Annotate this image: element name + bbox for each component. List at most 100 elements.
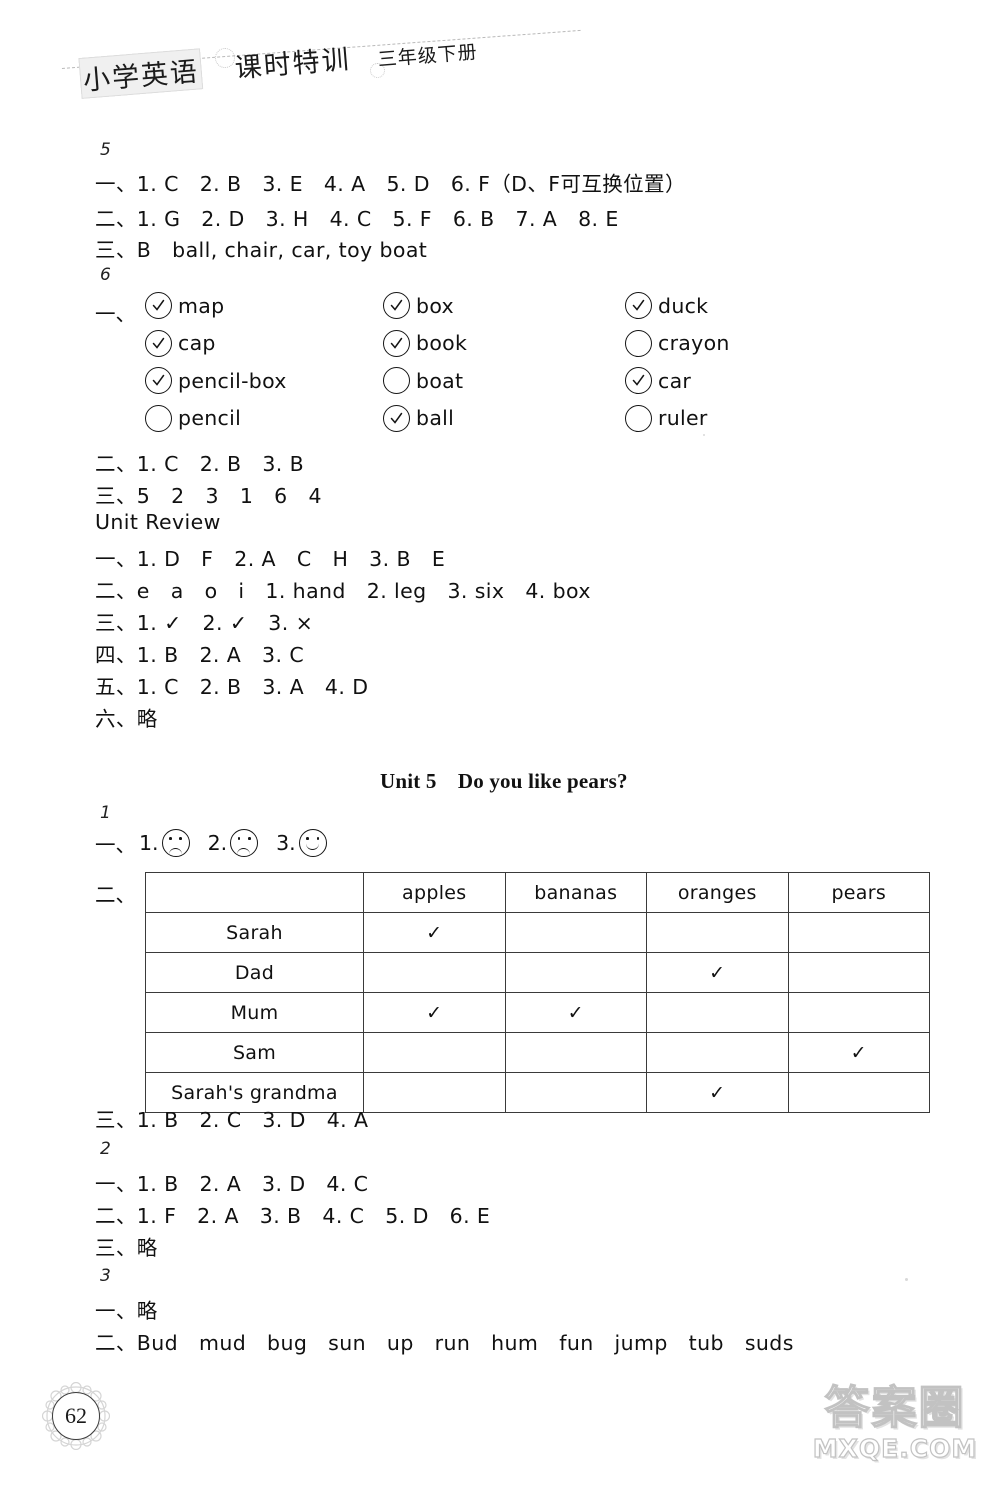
empty-cell — [646, 912, 789, 953]
row-name-mum: Mum — [145, 992, 364, 1033]
empty-circle-icon[interactable] — [383, 367, 410, 394]
smiley-answer-row: 一、 1. 2. 3. — [95, 828, 345, 858]
check-circle-icon[interactable] — [625, 367, 652, 394]
empty-cell — [787, 952, 930, 993]
checkbox-item-boat[interactable]: boat — [383, 367, 463, 394]
lesson6-line-3: 三、5 2 3 1 6 4 — [95, 484, 322, 508]
check-circle-icon[interactable] — [383, 292, 410, 319]
lesson5-line-3: 三、B ball, chair, car, toy boat — [95, 238, 428, 262]
table-header-bananas: bananas — [504, 872, 647, 913]
table-header-oranges: oranges — [646, 872, 789, 913]
tick-cell: ✓ — [646, 952, 789, 993]
likes-table-wrapper: 二、 apples bananas oranges pears Sarah ✓ — [95, 872, 930, 1113]
table-header-blank — [145, 872, 364, 913]
table-header-row: apples bananas oranges pears — [145, 872, 930, 913]
empty-cell — [646, 1032, 789, 1073]
face-number-1: 1. — [139, 831, 159, 855]
watermark-chinese-text: 答案圈 — [824, 1381, 966, 1434]
u5-lesson3-line-1: 一、略 — [95, 1299, 158, 1323]
checkbox-label: pencil-box — [178, 368, 287, 393]
unit-review-line-3: 三、1. ✓ 2. ✓ 3. × — [95, 611, 314, 635]
checkbox-label: ruler — [658, 406, 708, 430]
checklist-row: map box duck — [95, 292, 915, 330]
checkbox-item-cap[interactable]: cap — [145, 329, 216, 357]
empty-cell — [504, 1032, 647, 1073]
lesson-marker-5: 5 — [100, 140, 111, 160]
tick-cell: ✓ — [363, 912, 506, 953]
empty-cell — [787, 992, 930, 1033]
table-row: Dad ✓ — [145, 952, 930, 993]
lesson-marker-u5-2: 2 — [100, 1139, 111, 1159]
table-header-apples: apples — [363, 872, 506, 913]
workbook-answer-page: 小学英语 课时特训 三年级下册 5 一、1. C 2. B 3. E 4. A … — [0, 0, 1000, 1489]
watermark-logo: 答案圈 MXQE.COM — [800, 1381, 990, 1485]
scan-speck — [905, 1278, 908, 1281]
header-title: 小学英语 课时特训 三年级下册 — [78, 26, 478, 99]
lesson6-checklist: 一、 map box duck cap book crayon pencil-b… — [95, 292, 915, 442]
check-circle-icon[interactable] — [145, 292, 172, 319]
check-circle-icon[interactable] — [145, 367, 172, 394]
checklist-row: pencil ball ruler — [95, 404, 915, 443]
empty-cell — [504, 952, 647, 993]
checkbox-item-car[interactable]: car — [625, 367, 691, 394]
unit-review-line-5: 五、1. C 2. B 3. A 4. D — [95, 675, 369, 699]
lesson-marker-u5-1: 1 — [100, 803, 111, 823]
tick-cell: ✓ — [504, 992, 647, 1033]
table-row: Sarah ✓ — [145, 912, 930, 953]
sad-face-icon — [161, 829, 190, 857]
u5-lesson3-line-2: 二、Bud mud bug sun up run hum fun jump tu… — [95, 1331, 794, 1355]
lesson5-line-2: 二、1. G 2. D 3. H 4. C 5. F 6. B 7. A 8. … — [95, 207, 619, 231]
table-row: Mum ✓ ✓ — [145, 992, 930, 1033]
empty-cell — [504, 1072, 647, 1113]
table-lead: 二、 — [95, 883, 136, 907]
tick-cell: ✓ — [363, 992, 506, 1033]
checkbox-item-book[interactable]: book — [383, 329, 468, 357]
checkbox-label: map — [178, 293, 225, 318]
face-number-3: 3. — [276, 831, 296, 855]
checkbox-item-ruler[interactable]: ruler — [625, 404, 708, 432]
checkbox-item-crayon[interactable]: crayon — [625, 329, 730, 357]
checkbox-label: car — [658, 368, 692, 393]
checkbox-item-pencil[interactable]: pencil — [145, 404, 242, 432]
page-number-badge: 62 — [42, 1382, 110, 1450]
checkbox-item-pencil-box[interactable]: pencil-box — [145, 367, 287, 394]
checklist-row: pencil-box boat car — [95, 367, 915, 405]
empty-circle-icon[interactable] — [625, 404, 652, 432]
checkbox-item-duck[interactable]: duck — [625, 292, 708, 319]
header-title-main: 小学英语 — [78, 48, 204, 99]
unit-review-title: Unit Review — [95, 510, 221, 534]
u5-lesson2-line-3: 三、略 — [95, 1236, 158, 1260]
faces-lead: 一、 — [95, 833, 136, 857]
face-number-2: 2. — [207, 831, 228, 855]
unit-review-line-4: 四、1. B 2. A 3. C — [95, 643, 305, 667]
checkbox-label: crayon — [658, 331, 730, 355]
checkbox-label: pencil — [178, 406, 242, 430]
row-name-dad: Dad — [145, 952, 364, 993]
check-circle-icon[interactable] — [383, 329, 410, 357]
check-circle-icon[interactable] — [625, 292, 652, 319]
checkbox-label: cap — [178, 331, 216, 355]
lesson-marker-u5-3: 3 — [100, 1266, 111, 1286]
lesson6-line-2: 二、1. C 2. B 3. B — [95, 452, 305, 476]
checkbox-label: box — [416, 293, 454, 318]
unit-review-line-6: 六、略 — [95, 707, 158, 731]
empty-cell — [363, 1032, 506, 1073]
checkbox-label: book — [416, 331, 468, 355]
lesson-marker-6: 6 — [100, 265, 111, 285]
empty-circle-icon[interactable] — [145, 404, 172, 432]
empty-circle-icon[interactable] — [625, 329, 652, 357]
table-header-pears: pears — [787, 872, 930, 913]
row-name-sarah: Sarah — [145, 912, 364, 953]
checkbox-item-map[interactable]: map — [145, 292, 224, 319]
checkbox-item-ball[interactable]: ball — [383, 404, 454, 432]
check-circle-icon[interactable] — [145, 329, 172, 357]
page-number: 62 — [52, 1392, 100, 1440]
check-circle-icon[interactable] — [383, 404, 410, 432]
tick-cell: ✓ — [646, 1072, 789, 1113]
u5-lesson1-line-3: 三、1. B 2. C 3. D 4. A — [95, 1108, 369, 1132]
checkbox-item-box[interactable]: box — [383, 292, 454, 319]
unit5-heading: Unit 5 Do you like pears? — [380, 769, 628, 793]
empty-cell — [363, 1072, 506, 1113]
unit-review-line-1: 一、1. D F 2. A C H 3. B E — [95, 547, 446, 571]
scan-speck — [703, 434, 705, 436]
